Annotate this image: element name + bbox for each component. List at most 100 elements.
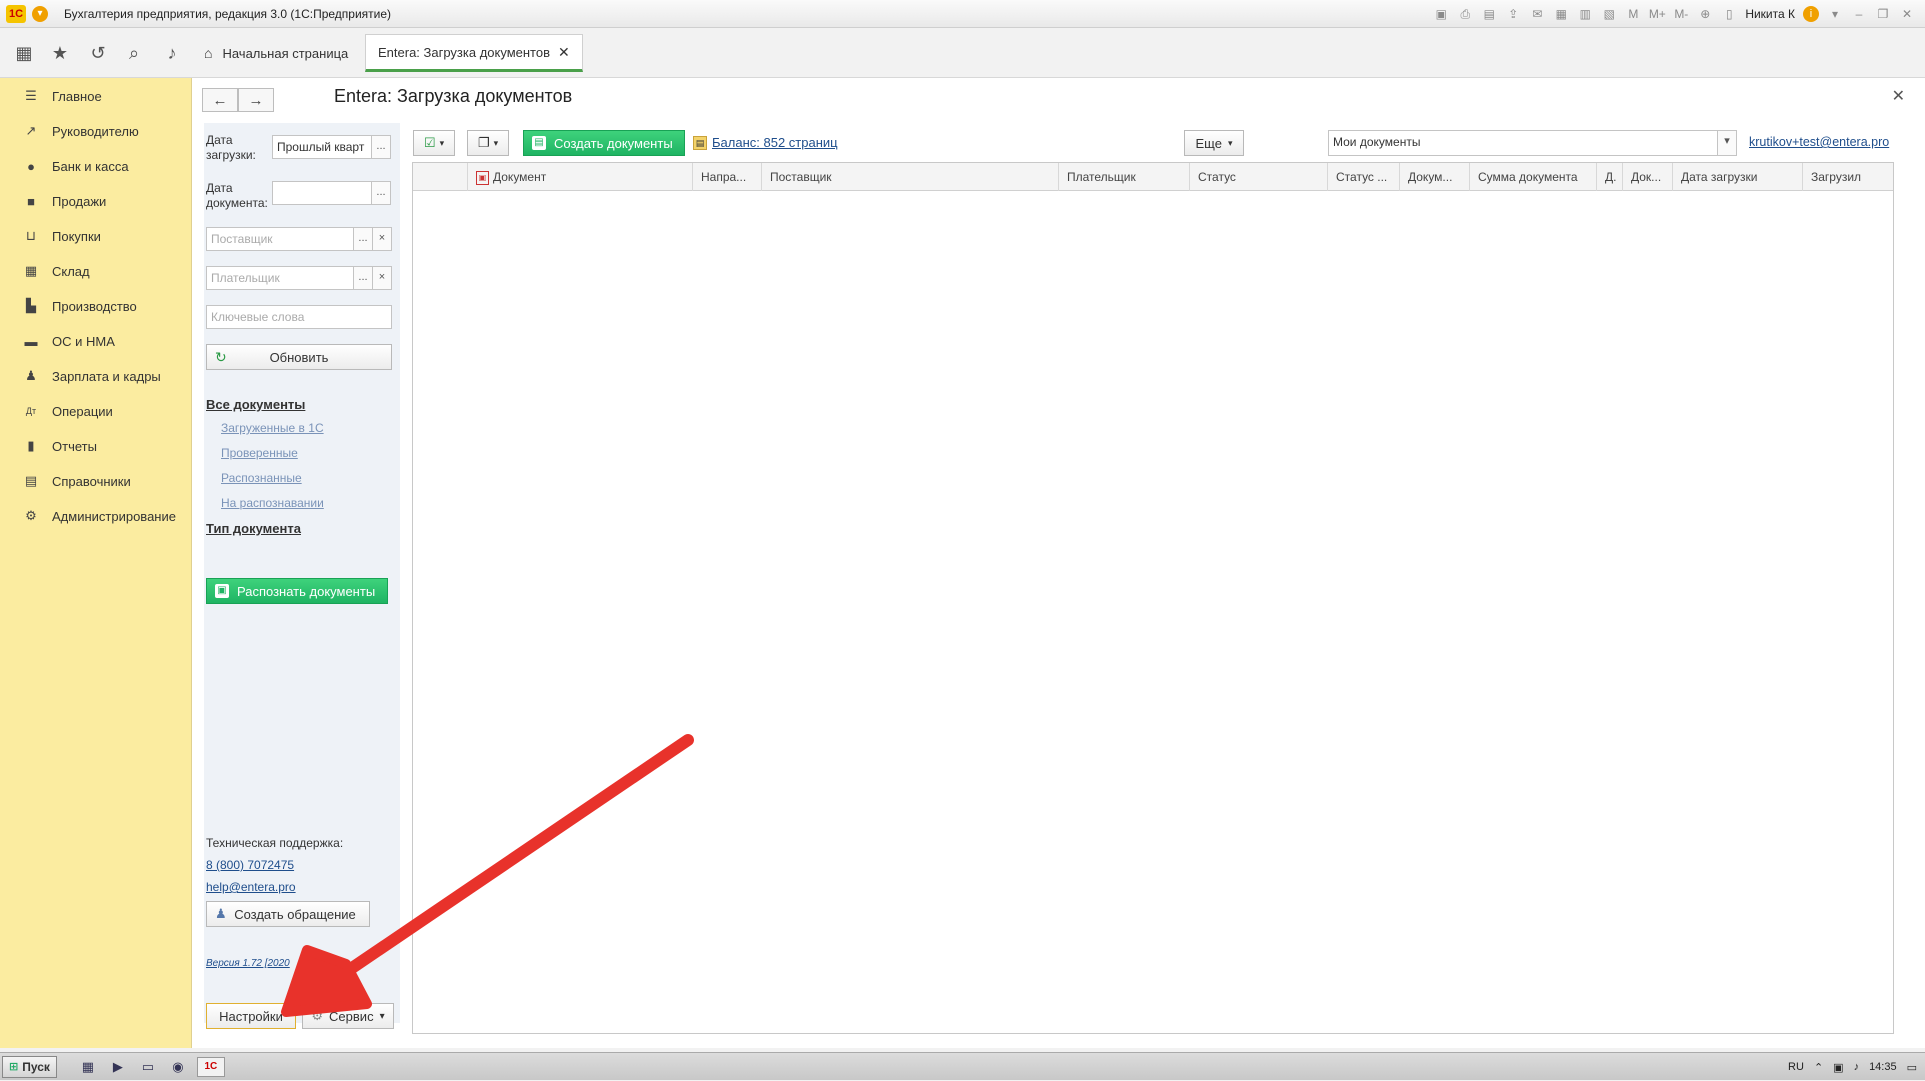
support-phone-link[interactable]: 8 (800) 7072475 [206, 858, 294, 872]
all-documents-link[interactable]: Все документы [206, 397, 305, 412]
save-icon[interactable]: ▣ [1433, 6, 1449, 22]
payer-clear-button[interactable]: × [372, 266, 392, 290]
column-header-amount[interactable]: Сумма документа [1469, 163, 1596, 191]
load-date-field[interactable]: Прошлый кварт [272, 135, 372, 159]
checked-link[interactable]: Проверенные [221, 446, 298, 460]
recognizing-link[interactable]: На распознавании [221, 496, 324, 510]
sidebar-item-operations[interactable]: Дт Операции [0, 396, 192, 426]
back-button[interactable]: ← [202, 88, 238, 112]
sidebar-item-production[interactable]: ▙ Производство [0, 291, 192, 321]
sound-icon[interactable]: ♪ [1854, 1061, 1860, 1073]
load-date-select-button[interactable]: ... [371, 135, 391, 159]
create-ticket-button[interactable]: ♟ Создать обращение [206, 901, 370, 927]
loaded-in-1c-link[interactable]: Загруженные в 1С [221, 421, 324, 435]
panels-icon[interactable]: ▯ [1721, 6, 1737, 22]
supplier-clear-button[interactable]: × [372, 227, 392, 251]
zoom-icon[interactable]: ⊕ [1697, 6, 1713, 22]
language-indicator[interactable]: RU [1788, 1061, 1804, 1073]
favorites-star-icon[interactable]: ★ [48, 41, 72, 65]
supplier-select-button[interactable]: ... [353, 227, 373, 251]
column-header-d[interactable]: Д. [1596, 163, 1622, 191]
sidebar-item-salary[interactable]: ♟ Зарплата и кадры [0, 361, 192, 391]
tab-entera[interactable]: Entera: Загрузка документов ✕ [365, 34, 583, 72]
main-menu-icon[interactable]: ▾ [32, 5, 48, 22]
network-icon[interactable]: ▣ [1833, 1061, 1843, 1074]
upload-icon[interactable]: ⇪ [1505, 6, 1521, 22]
history-icon[interactable]: ↺ [86, 41, 110, 65]
show-desktop-icon[interactable]: ▦ [77, 1057, 99, 1077]
minimize-icon[interactable]: – [1851, 6, 1867, 22]
account-link[interactable]: krutikov+test@entera.pro [1749, 135, 1889, 149]
restore-icon[interactable]: ❐ [1875, 6, 1891, 22]
start-button[interactable]: ⊞ Пуск [2, 1055, 57, 1078]
memory-m-icon[interactable]: M [1625, 6, 1641, 22]
powershell-icon[interactable]: ▶ [107, 1057, 129, 1077]
column-header-supplier[interactable]: Поставщик [761, 163, 1058, 191]
column-header-direction[interactable]: Напра... [692, 163, 761, 191]
sidebar-item-sales[interactable]: ■ Продажи [0, 186, 192, 216]
notification-icon[interactable]: ▭ [1907, 1061, 1917, 1074]
column-header-loaded-by[interactable]: Загрузил [1802, 163, 1893, 191]
apps-grid-icon[interactable]: ▦ [12, 41, 36, 65]
column-header-doc-3[interactable]: Док... [1622, 163, 1672, 191]
keywords-input[interactable]: Ключевые слова [206, 305, 392, 329]
create-documents-button[interactable]: ▤ Создать документы [523, 130, 685, 156]
mail-icon[interactable]: ✉ [1529, 6, 1545, 22]
supplier-input[interactable]: Поставщик [206, 227, 354, 251]
column-header-marker[interactable] [413, 163, 467, 191]
chrome-icon[interactable]: ◉ [167, 1057, 189, 1077]
current-user[interactable]: Никита К [1745, 7, 1795, 21]
document-type-link[interactable]: Тип документа [206, 521, 301, 536]
clock[interactable]: 14:35 [1869, 1061, 1897, 1073]
version-link[interactable]: Версия 1.72 [2020 [206, 958, 290, 969]
select-actions-button[interactable]: ☑ ▾ [413, 130, 455, 156]
recognize-documents-button[interactable]: ▣ Распознать документы [206, 578, 388, 604]
preview-icon[interactable]: ▤ [1481, 6, 1497, 22]
sidebar-item-purchases[interactable]: ⊔ Покупки [0, 221, 192, 251]
sidebar-item-manager[interactable]: ↗ Руководителю [0, 116, 192, 146]
settings-button[interactable]: Настройки [206, 1003, 296, 1029]
column-header-document-2[interactable]: Докум... [1399, 163, 1469, 191]
print-icon[interactable]: ⎙ [1457, 6, 1473, 22]
doc-date-select-button[interactable]: ... [371, 181, 391, 205]
close-icon[interactable]: ✕ [1899, 6, 1915, 22]
payer-select-button[interactable]: ... [353, 266, 373, 290]
forward-button[interactable]: → [238, 88, 274, 112]
sidebar-item-admin[interactable]: ⚙ Администрирование [0, 501, 192, 531]
doc-icon[interactable]: ▦ [1553, 6, 1569, 22]
more-button[interactable]: Еще ▾ [1184, 130, 1244, 156]
recognized-link[interactable]: Распознанные [221, 471, 302, 485]
tray-expand-icon[interactable]: ⌃ [1814, 1061, 1823, 1074]
payer-input[interactable]: Плательщик [206, 266, 354, 290]
document-filter-dropdown-button[interactable]: ▾ [1717, 130, 1737, 156]
calendar-icon[interactable]: ▧ [1601, 6, 1617, 22]
copy-actions-button[interactable]: ❐ ▾ [467, 130, 509, 156]
column-header-payer[interactable]: Плательщик [1058, 163, 1189, 191]
sidebar-item-main[interactable]: ☰ Главное [0, 81, 192, 111]
sidebar-item-directories[interactable]: ▤ Справочники [0, 466, 192, 496]
sidebar-item-reports[interactable]: ▮ Отчеты [0, 431, 192, 461]
doc-date-field[interactable] [272, 181, 372, 205]
taskbar-1c-app[interactable]: 1С [196, 1056, 225, 1077]
info-icon[interactable]: i [1803, 6, 1819, 22]
support-email-link[interactable]: help@entera.pro [206, 880, 296, 894]
memory-mplus-icon[interactable]: M+ [1649, 6, 1666, 22]
sidebar-item-bank[interactable]: ● Банк и касса [0, 151, 192, 181]
bell-icon[interactable]: ♪ [160, 41, 184, 65]
document-filter-select[interactable]: Мои документы [1328, 130, 1718, 156]
service-button[interactable]: ⚙ Сервис ▾ [302, 1003, 394, 1029]
sidebar-item-assets[interactable]: ▬ ОС и НМА [0, 326, 192, 356]
column-header-status[interactable]: Статус [1189, 163, 1327, 191]
search-icon[interactable]: ⌕ [122, 41, 146, 65]
explorer-folder-icon[interactable]: ▭ [137, 1057, 159, 1077]
close-form-icon[interactable]: ✕ [1892, 86, 1905, 106]
refresh-button[interactable]: ↻ Обновить [206, 344, 392, 370]
column-header-load-date[interactable]: Дата загрузки [1672, 163, 1802, 191]
memory-mminus-icon[interactable]: M- [1673, 6, 1689, 22]
balance-link[interactable]: Баланс: 852 страниц [712, 135, 838, 150]
table-icon[interactable]: ▥ [1577, 6, 1593, 22]
column-header-status-2[interactable]: Статус ... [1327, 163, 1399, 191]
chevron-down-icon[interactable]: ▾ [1827, 6, 1843, 22]
column-header-document[interactable]: ▣ Документ [467, 163, 692, 191]
tab-home[interactable]: ⌂ Начальная страница [192, 34, 360, 72]
